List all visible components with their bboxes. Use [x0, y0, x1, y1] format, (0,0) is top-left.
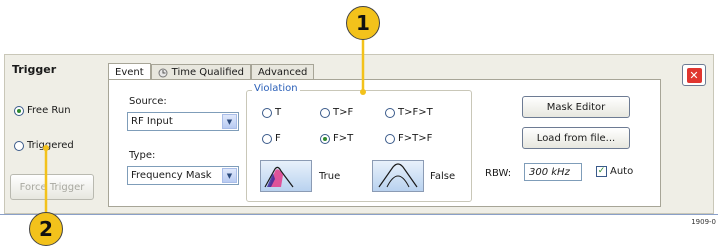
callout-2: 2 — [29, 212, 63, 246]
callout-1: 1 — [346, 6, 380, 40]
figure-reference: 1909-0 — [691, 218, 716, 226]
